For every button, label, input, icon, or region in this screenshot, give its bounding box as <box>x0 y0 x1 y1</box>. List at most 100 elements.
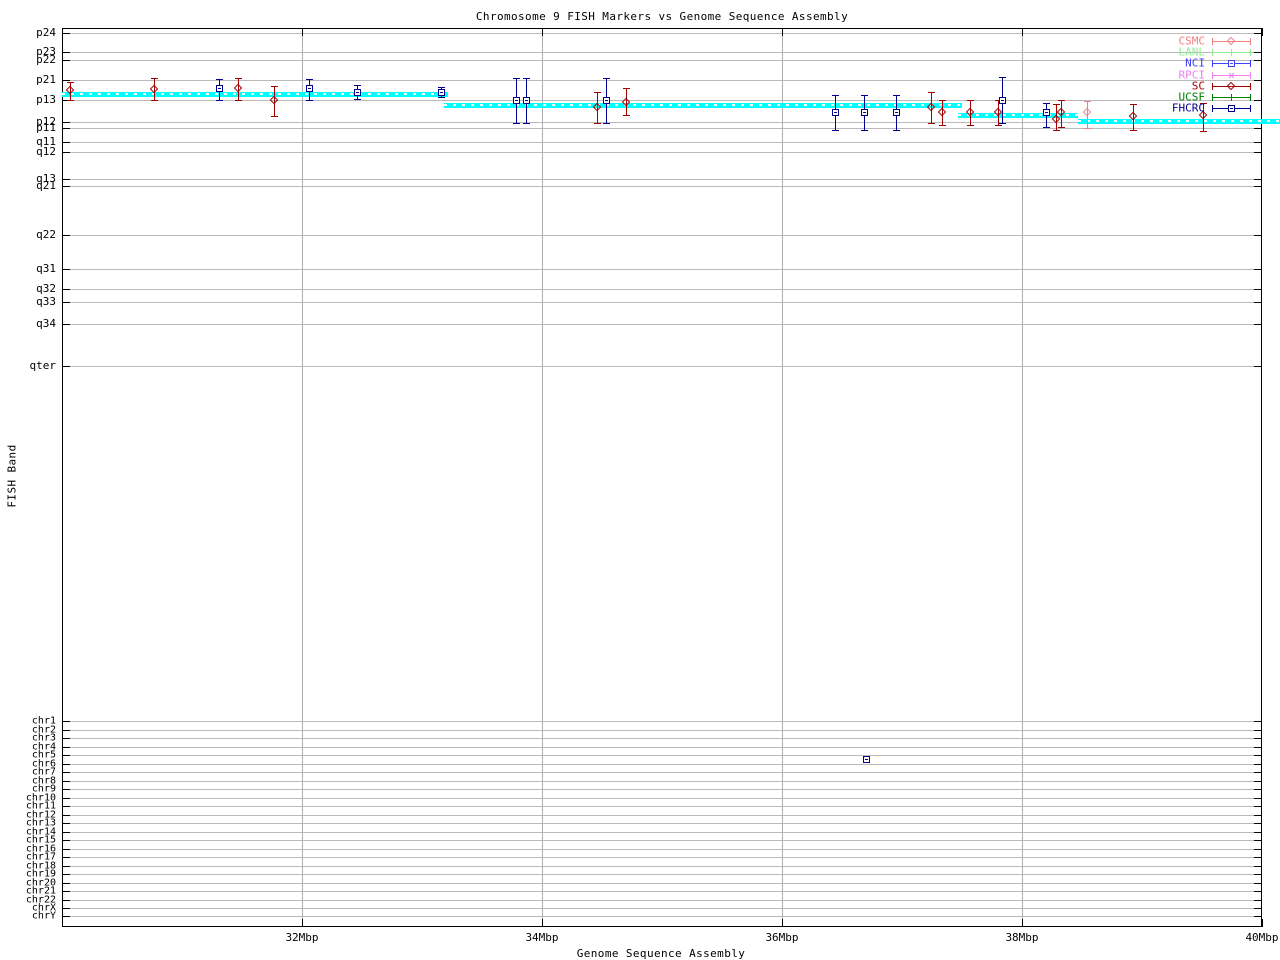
point-FHCRC-12-cap-top <box>1043 103 1050 104</box>
legend-cap-right-SC <box>1250 83 1251 90</box>
point-FHCRC-12-marker <box>1043 109 1050 116</box>
point-SC-7-cap-bottom <box>928 123 935 124</box>
point-SC-8-cap-top <box>939 100 946 101</box>
point-SC-3-marker <box>233 83 243 93</box>
point-FHCRC-1-cap-top <box>216 79 223 80</box>
point-FHCRC-4-cap-bottom <box>438 97 445 98</box>
point-FHCRC-11-cap-bottom <box>999 123 1006 124</box>
point-FHCRC-5-marker <box>513 97 520 104</box>
point-SC-1-cap-bottom <box>67 100 74 101</box>
legend-cap-right-FHCRC <box>1250 105 1251 112</box>
chart-canvas: Chromosome 9 FISH Markers vs Genome Sequ… <box>0 0 1280 960</box>
point-FHCRC-5-cap-top <box>513 78 520 79</box>
point-FHCRC-3-marker-dash <box>356 92 359 93</box>
point-FHCRC-2-marker <box>306 85 313 92</box>
point-FHCRC-4-marker-dash <box>440 92 443 93</box>
legend-label-FHCRC: FHCRC <box>1171 101 1205 115</box>
point-FHCRC-1-cap-bottom <box>216 100 223 101</box>
point-FHCRC-8-cap-top <box>832 95 839 96</box>
point-FHCRC-11-marker <box>999 97 1006 104</box>
point-FHCRC-10-cap-bottom <box>893 130 900 131</box>
point-SC-13-cap-top <box>1130 104 1137 105</box>
legend-marker-UCSF-v <box>1231 94 1232 101</box>
point-FHCRC-4-marker <box>438 89 445 96</box>
point-FHCRC-7-marker-dash <box>605 100 608 101</box>
legend-cap-right-RPCI <box>1250 72 1251 79</box>
point-FHCRC-10-cap-top <box>893 95 900 96</box>
legend-marker-LANL <box>1228 49 1235 56</box>
point-FHCRC-6-marker <box>523 97 530 104</box>
point-FHCRC-8-cap-bottom <box>832 130 839 131</box>
data-overlay <box>0 0 1280 960</box>
legend-cap-left-LANL <box>1212 49 1213 56</box>
legend-marker-FHCRC-dash <box>1230 108 1233 109</box>
point-FHCRC-5-cap-bottom <box>513 123 520 124</box>
legend-cap-left-SC <box>1212 83 1213 90</box>
point-FHCRC-3-cap-bottom <box>354 99 361 100</box>
legend-cap-left-RPCI <box>1212 72 1213 79</box>
point-FHCRC-12-cap-bottom <box>1043 127 1050 128</box>
point-SC-14-cap-bottom <box>1200 131 1207 132</box>
point-FHCRC-9-marker-dash <box>863 112 866 113</box>
point-FHCRC-6-marker-dash <box>525 100 528 101</box>
point-FHCRC-6-cap-bottom <box>523 123 530 124</box>
point-FHCRC-11-marker-dash <box>1001 100 1004 101</box>
point-SC-7-cap-top <box>928 92 935 93</box>
point-FHCRC-1-marker <box>216 85 223 92</box>
point-FHCRC-1-marker-dash <box>218 88 221 89</box>
point-FHCRC-12-marker-dash <box>1045 112 1048 113</box>
point-FHCRC-9-marker <box>861 109 868 116</box>
point-SC-2-cap-top <box>151 78 158 79</box>
legend-cap-left-UCSF <box>1212 94 1213 101</box>
point-FHCRC-9-cap-bottom <box>861 130 868 131</box>
point-FHCRC-7-cap-top <box>603 78 610 79</box>
lower-point-1-marker <box>863 756 870 763</box>
point-SC-12-cap-top <box>1058 100 1065 101</box>
point-SC-5-cap-top <box>594 92 601 93</box>
point-FHCRC-10-marker <box>893 109 900 116</box>
point-SC-4-marker <box>269 95 279 105</box>
point-SC-9-cap-bottom <box>967 125 974 126</box>
point-FHCRC-9-cap-top <box>861 95 868 96</box>
point-SC-3-cap-bottom <box>235 100 242 101</box>
point-FHCRC-3-cap-top <box>354 85 361 86</box>
legend-marker-NCI <box>1228 60 1235 67</box>
legend-cap-right-CSMC <box>1250 38 1251 45</box>
legend-cap-right-NCI <box>1250 60 1251 67</box>
point-FHCRC-6-cap-top <box>523 78 530 79</box>
point-SC-12-cap-bottom <box>1058 127 1065 128</box>
legend-marker-FHCRC <box>1228 105 1235 112</box>
legend-marker-NCI-dash <box>1230 63 1233 64</box>
legend-marker-LANL-v <box>1231 49 1232 56</box>
point-SC-5-cap-bottom <box>594 123 601 124</box>
point-SC-4-cap-top <box>271 86 278 87</box>
assembly-segment-2 <box>444 103 962 108</box>
assembly-segment-4 <box>1078 119 1280 124</box>
point-FHCRC-4-cap-top <box>438 87 445 88</box>
legend-marker-UCSF <box>1228 94 1235 101</box>
legend-cap-left-CSMC <box>1212 38 1213 45</box>
point-FHCRC-2-cap-top <box>306 79 313 80</box>
point-FHCRC-7-marker <box>603 97 610 104</box>
point-FHCRC-11-cap-top <box>999 77 1006 78</box>
point-SC-8-marker <box>937 107 947 117</box>
point-FHCRC-10-marker-dash <box>895 112 898 113</box>
point-FHCRC-5-marker-dash <box>515 100 518 101</box>
point-CSMC-1-cap-top <box>1084 101 1091 102</box>
legend-cap-left-NCI <box>1212 60 1213 67</box>
point-FHCRC-7-cap-bottom <box>603 123 610 124</box>
point-CSMC-1-cap-bottom <box>1084 128 1091 129</box>
legend-cap-right-UCSF <box>1250 94 1251 101</box>
point-CSMC-1-marker <box>1082 107 1092 117</box>
point-FHCRC-2-cap-bottom <box>306 100 313 101</box>
point-SC-13-cap-bottom <box>1130 130 1137 131</box>
point-SC-1-cap-top <box>67 82 74 83</box>
point-SC-9-cap-top <box>967 100 974 101</box>
point-FHCRC-8-marker <box>832 109 839 116</box>
point-SC-3-cap-top <box>235 78 242 79</box>
point-SC-2-cap-bottom <box>151 100 158 101</box>
point-SC-10-cap-bottom <box>995 125 1002 126</box>
point-SC-6-cap-bottom <box>623 115 630 116</box>
assembly-segment-1 <box>62 92 448 97</box>
point-SC-11-cap-bottom <box>1053 130 1060 131</box>
